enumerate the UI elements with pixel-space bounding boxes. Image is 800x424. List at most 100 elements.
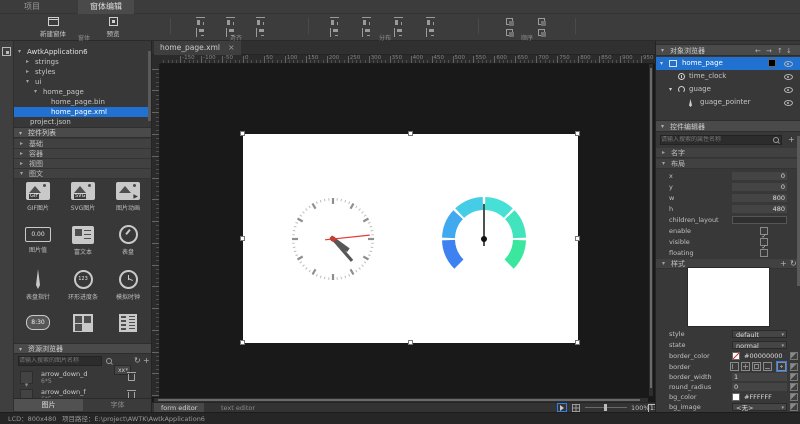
refresh-icon[interactable]: ↻ [134, 356, 141, 366]
visible-checkbox[interactable]: ✓ [760, 238, 768, 246]
widget-gauge-pointer[interactable]: 表盘指针 [15, 269, 61, 301]
category-basic[interactable]: ▸ 基础 [14, 139, 152, 149]
style-dropdown[interactable]: default ▾ [732, 330, 787, 338]
object-node-time-clock[interactable]: time_clock [656, 70, 800, 83]
visibility-eye-icon[interactable] [784, 98, 793, 107]
style-advanced-icon[interactable] [790, 383, 798, 391]
distribute-h-left-icon[interactable] [330, 17, 340, 26]
w-field[interactable]: 800 [732, 194, 787, 202]
caret-right-icon[interactable]: ▸ [26, 67, 29, 77]
state-dropdown[interactable]: normal ▾ [732, 341, 787, 349]
bg-image-dropdown[interactable]: <无> ▾ [732, 403, 787, 411]
border-bottom-icon[interactable] [763, 362, 772, 371]
tree-item-styles[interactable]: ▸ styles [14, 67, 152, 77]
object-node-guage[interactable]: ▾ guage [656, 83, 800, 96]
category-view[interactable]: ▸ 视图 [14, 159, 152, 169]
section-layout[interactable]: ▾ 布局 [656, 159, 800, 169]
resource-browser-header[interactable]: ▾ 资源浏览器 [14, 343, 152, 354]
style-advanced-icon[interactable] [790, 363, 798, 371]
border-left-icon[interactable] [730, 362, 739, 371]
visibility-eye-icon[interactable] [784, 85, 793, 94]
section-name[interactable]: ▸ 名字 [656, 148, 800, 158]
widget-svg-image[interactable]: SVG SVG图片 [60, 182, 106, 212]
send-backward-icon[interactable] [537, 17, 547, 26]
caret-down-icon[interactable]: ▾ [26, 77, 29, 87]
gauge-widget[interactable] [440, 195, 528, 283]
widget-digital-clock[interactable]: 8:30 [15, 315, 61, 330]
x-field[interactable]: 0 [732, 172, 787, 180]
menu-tab-project[interactable]: 项目 [12, 0, 52, 14]
caret-right-icon[interactable]: ▸ [26, 57, 29, 67]
widget-analog-clock[interactable]: 模拟时钟 [105, 270, 151, 301]
visibility-eye-icon[interactable] [784, 72, 793, 81]
forms-panel-icon[interactable] [2, 47, 11, 56]
category-container[interactable]: ▸ 容器 [14, 149, 152, 159]
menu-tab-form-edit[interactable]: 窗体编辑 [78, 0, 134, 14]
tree-item-home-page[interactable]: ▾ home_page [14, 87, 152, 97]
resource-item[interactable]: ▾ arrow_down_d 6*5 [14, 369, 146, 387]
object-node-guage-pointer[interactable]: guage_pointer [656, 96, 800, 109]
search-icon[interactable] [105, 357, 113, 366]
widget-image-value[interactable]: 0.00 图片值 [15, 227, 61, 254]
children-layout-field[interactable] [732, 216, 787, 224]
analog-clock-widget[interactable] [290, 196, 376, 282]
selection-handle[interactable] [575, 236, 580, 241]
property-search-input[interactable] [660, 135, 782, 145]
widget-text-block[interactable] [60, 314, 106, 332]
tree-item-project-json[interactable]: project.json [14, 117, 152, 127]
enable-checkbox[interactable]: ✓ [760, 227, 768, 235]
widget-progress-circle[interactable]: 123 环形进度条 [60, 270, 106, 301]
selection-handle[interactable] [408, 131, 413, 136]
arrow-right-icon[interactable]: → [766, 45, 772, 57]
refresh-style-icon[interactable]: ↻ [790, 259, 797, 269]
tree-item-root[interactable]: ▾ AwtkApplication6 [14, 47, 152, 57]
tree-item-home-page-bin[interactable]: home_page.bin [14, 97, 152, 107]
object-node-home-page[interactable]: ▾ home_page [656, 57, 800, 70]
add-style-icon[interactable]: + [780, 259, 787, 269]
distribute-h-right-icon[interactable] [394, 17, 404, 26]
tab-fonts[interactable]: 字体 [83, 398, 152, 411]
align-top-icon[interactable] [196, 17, 206, 26]
style-advanced-icon[interactable] [790, 393, 798, 401]
arrow-up-icon[interactable]: ↑ [777, 45, 783, 57]
tree-item-home-page-xml[interactable]: home_page.xml [14, 107, 152, 117]
selection-handle[interactable] [240, 340, 245, 345]
widget-image-animation[interactable]: ▶ 图片动画 [105, 182, 151, 212]
widget-gif-image[interactable]: GIF GIF图片 [15, 182, 61, 212]
selection-handle[interactable] [240, 131, 245, 136]
widget-list-header[interactable]: ▾ 控件列表 [14, 127, 152, 138]
resource-search-input[interactable] [18, 356, 102, 366]
delete-icon[interactable] [128, 374, 135, 381]
distribute-h-even-icon[interactable] [426, 17, 436, 26]
selection-handle[interactable] [575, 131, 580, 136]
pin-icon[interactable] [557, 403, 567, 412]
widget-rich-text[interactable]: 富文本 [60, 226, 106, 256]
artboard[interactable] [243, 134, 578, 343]
align-middle-icon[interactable] [226, 17, 236, 26]
align-left-icon[interactable] [196, 28, 206, 37]
arrow-left-icon[interactable]: ← [755, 45, 761, 57]
grid-icon[interactable] [572, 404, 580, 412]
add-resource-icon[interactable]: + [143, 356, 150, 366]
tab-images[interactable]: 图片 [14, 398, 83, 411]
object-browser-header[interactable]: ▾ 对象浏览器 ← → ↑ ↓ [656, 44, 800, 56]
caret-down-icon[interactable]: ▾ [34, 87, 37, 97]
border-all-icon[interactable] [777, 362, 786, 371]
align-bottom-icon[interactable] [256, 17, 266, 26]
scrollbar[interactable] [148, 51, 151, 121]
tree-item-ui[interactable]: ▾ ui [14, 77, 152, 87]
border-width-field[interactable]: 1 [732, 373, 787, 381]
category-image-text[interactable]: ▾ 图文 [14, 169, 152, 179]
zoom-slider[interactable] [585, 403, 627, 412]
selection-handle[interactable] [575, 340, 580, 345]
distribute-v-even-icon[interactable] [426, 28, 436, 37]
selection-handle[interactable] [408, 340, 413, 345]
widget-editor-header[interactable]: ▾ 控件编辑器 [656, 120, 800, 132]
visibility-eye-icon[interactable] [784, 59, 793, 68]
style-advanced-icon[interactable] [790, 373, 798, 381]
doc-tab-home-page-xml[interactable]: home_page.xml× [154, 41, 241, 55]
canvas-vscrollbar[interactable] [649, 64, 653, 396]
border-inner-icon[interactable] [752, 362, 761, 371]
h-field[interactable]: 480 [732, 205, 787, 213]
border-color-swatch[interactable] [732, 352, 740, 360]
